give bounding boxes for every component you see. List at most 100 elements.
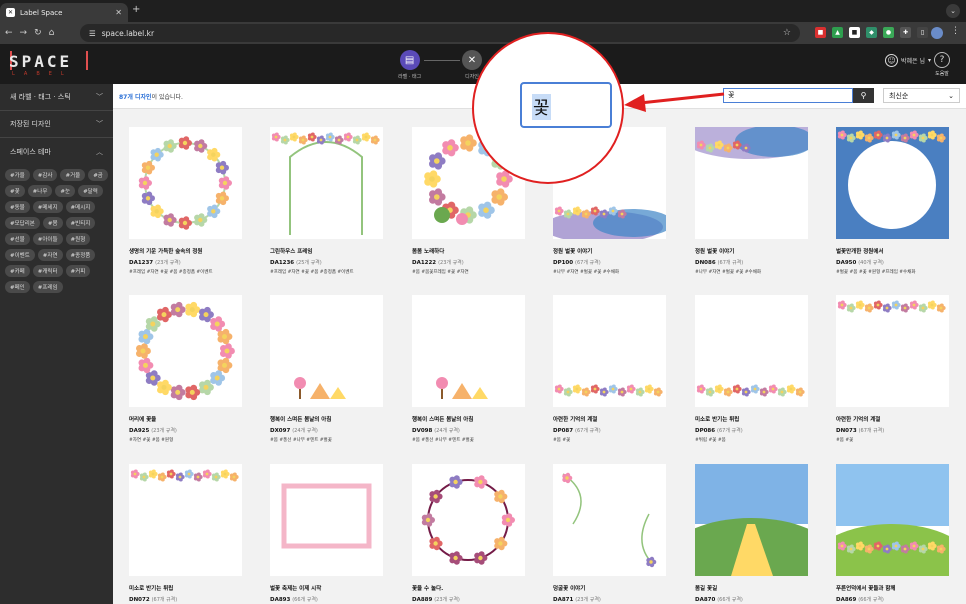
design-thumbnail[interactable] [553, 464, 666, 576]
extension-square-icon[interactable]: ■ [849, 27, 860, 38]
design-thumbnail[interactable] [129, 464, 242, 576]
design-card[interactable]: 아련한 기억의 계절 DP087 (67개 규격) #봄 #꽃 [553, 295, 678, 443]
sidebar-section-label: 저장된 디자인 [10, 120, 51, 128]
tab-search-button[interactable]: ⌄ [946, 4, 960, 18]
home-icon[interactable]: ⌂ [49, 28, 55, 38]
theme-chip[interactable]: #캐릭터 [32, 265, 63, 277]
design-card[interactable]: 생명의 기운 가득한 숲속의 정원 DA1237 (23개 규격) #프레임 #… [129, 127, 254, 275]
theme-chip[interactable]: #동물 [5, 201, 30, 213]
theme-chip[interactable]: #페인 [5, 281, 30, 293]
theme-chip[interactable]: #원형 [65, 233, 91, 245]
design-thumbnail[interactable] [695, 127, 808, 239]
browser-menu-icon[interactable]: ⋮ [951, 26, 960, 36]
design-spec: (23개 규격) [434, 597, 460, 603]
extensions-puzzle-icon[interactable]: ✚ [900, 27, 911, 38]
step-label-tag[interactable]: ▤ 라벨 · 태그 [398, 50, 421, 80]
theme-chip[interactable]: #눈 [55, 185, 76, 197]
design-card[interactable]: 아련한 기억의 계절 DN073 (67개 규격) #봄 #꽃 [836, 295, 961, 443]
design-thumbnail[interactable] [553, 295, 666, 407]
search-button[interactable]: ⚲ [853, 88, 874, 103]
browser-tab[interactable]: ✕ Label Space ✕ [0, 3, 128, 22]
design-thumbnail[interactable] [129, 127, 242, 239]
theme-chip[interactable]: #자연 [37, 249, 63, 261]
theme-chip[interactable]: #커피 [65, 265, 91, 277]
design-card[interactable]: 봄길 꽃길 DA870 (66개 규격) [695, 464, 820, 604]
browser-profile-avatar[interactable] [931, 27, 943, 39]
theme-chip[interactable]: #아이들 [32, 233, 63, 245]
design-card[interactable]: 행복이 스며든 봄날의 아침 DX097 (24개 규격) #봄 #풍선 #나무… [270, 295, 395, 443]
theme-chip[interactable]: #나무 [27, 185, 53, 197]
design-thumbnail[interactable] [836, 127, 949, 239]
design-thumbnail[interactable] [695, 464, 808, 576]
user-menu[interactable]: ☺ 박혜은 님 ▾ [885, 54, 931, 67]
design-thumbnail[interactable] [129, 295, 242, 407]
design-code-line: DP100 (67개 규격) [553, 259, 678, 266]
theme-chip[interactable]: #이벤트 [5, 249, 35, 261]
theme-chip[interactable]: #감사 [32, 169, 58, 181]
theme-chip[interactable]: #달력 [78, 185, 103, 197]
design-card[interactable]: 정원 벌꽃 이야기 DN086 (67개 규격) #나무 #자연 #벌꽃 #꽃 … [695, 127, 820, 275]
theme-chip[interactable]: #메세지 [32, 201, 63, 213]
address-bar[interactable]: ☰ space.label.kr ☆ [80, 24, 800, 42]
tab-close-icon[interactable]: ✕ [115, 8, 122, 17]
design-card[interactable]: 미소로 반기는 튀립 DP086 (67개 규격) #튀립 #꽃 #봄 [695, 295, 820, 443]
design-card[interactable]: 꽃을 수 놀다. DA889 (23개 규격) [412, 464, 537, 604]
design-spec: (24개 규격) [434, 428, 460, 434]
theme-chip[interactable]: #종정품 [65, 249, 96, 261]
design-thumbnail[interactable] [270, 295, 383, 407]
design-card[interactable]: 벌꽃만개한 정원에서 DA950 (40개 규격) #벌꽃 #봄 #꽃 #원형 … [836, 127, 961, 275]
theme-chip[interactable]: #메시지 [65, 201, 96, 213]
design-thumbnail[interactable] [412, 295, 525, 407]
extension-bird-icon[interactable]: ◆ [866, 27, 877, 38]
theme-chip[interactable]: #빈티지 [65, 217, 96, 229]
side-panel-icon[interactable]: ▯ [917, 27, 928, 38]
design-card[interactable]: 행복이 스며든 봄날의 아침 DV098 (24개 규격) #봄 #풍선 #나무… [412, 295, 537, 443]
sidebar-section-new[interactable]: 새 라벨 · 태그 · 스틱 ﹀ [0, 84, 113, 111]
theme-chip[interactable]: #꽃 [5, 185, 25, 197]
back-icon[interactable]: ← [5, 28, 13, 38]
design-thumbnail[interactable] [836, 295, 949, 407]
site-info-icon[interactable]: ☰ [89, 29, 96, 38]
theme-chip[interactable]: #선물 [5, 233, 30, 245]
zoomed-search-text: 꽃 [532, 94, 551, 120]
help-button[interactable]: ? 도움말 [934, 52, 950, 77]
reload-icon[interactable]: ↻ [34, 28, 42, 38]
design-code-line: DA869 (66개 규격) [836, 596, 961, 603]
theme-chip[interactable]: #모답리본 [5, 217, 40, 229]
design-thumbnail[interactable] [270, 127, 383, 239]
theme-chip[interactable]: #가을 [5, 169, 30, 181]
extension-red-icon[interactable]: ■ [815, 27, 826, 38]
sidebar: 새 라벨 · 태그 · 스틱 ﹀ 저장된 디자인 ﹀ 스페이스 테마 ︿ #가을… [0, 84, 113, 604]
design-thumbnail[interactable] [695, 295, 808, 407]
forward-icon[interactable]: → [20, 28, 28, 38]
design-code-line: DA889 (23개 규격) [412, 596, 537, 603]
theme-chip[interactable]: #봄 [42, 217, 63, 229]
site-logo[interactable]: SPACE [9, 52, 72, 71]
extension-green-icon[interactable]: ▲ [832, 27, 843, 38]
new-tab-button[interactable]: + [132, 4, 140, 15]
theme-chip[interactable]: #카페 [5, 265, 30, 277]
bookmark-star-icon[interactable]: ☆ [783, 28, 791, 38]
search-input[interactable]: 꽃 [723, 88, 853, 103]
design-thumbnail[interactable] [412, 464, 525, 576]
design-card[interactable]: 그린하우스 프레임 DA1236 (25개 규격) #프레임 #자연 #꽃 #봄… [270, 127, 395, 275]
design-thumbnail[interactable] [270, 464, 383, 576]
design-code: DA869 [836, 597, 857, 603]
extensions-area: ■ ▲ ■ ◆ ● ✚ ▯ [815, 27, 928, 38]
extension-shield-icon[interactable]: ● [883, 27, 894, 38]
design-spec: (66개 규격) [717, 597, 743, 603]
sidebar-section-saved[interactable]: 저장된 디자인 ﹀ [0, 111, 113, 138]
design-thumbnail[interactable] [836, 464, 949, 576]
theme-chip[interactable]: #프레임 [32, 281, 63, 293]
sort-select[interactable]: 최신순 ⌄ [883, 88, 960, 103]
design-card[interactable]: 벌꽃 축제는 이제 시작 DA893 (66개 규격) [270, 464, 395, 604]
theme-chip[interactable]: #곰 [88, 169, 108, 181]
design-card[interactable]: 미소로 반기는 튀립 DN072 (67개 규격) [129, 464, 254, 604]
zoom-callout: 꽃 [472, 32, 624, 184]
design-card[interactable]: 덩굴꽃 이야기 DA871 (23개 규격) [553, 464, 678, 604]
sidebar-section-theme[interactable]: 스페이스 테마 ︿ [0, 138, 113, 165]
design-card[interactable]: 머리에 꽃을 DA925 (23개 규격) #자연 #꽃 #봄 #원형 [129, 295, 254, 443]
chevron-down-icon: ﹀ [96, 93, 103, 101]
design-card[interactable]: 푸른언덕에서 꽃들과 함께 DA869 (66개 규격) [836, 464, 961, 604]
theme-chip[interactable]: #거울 [60, 169, 86, 181]
